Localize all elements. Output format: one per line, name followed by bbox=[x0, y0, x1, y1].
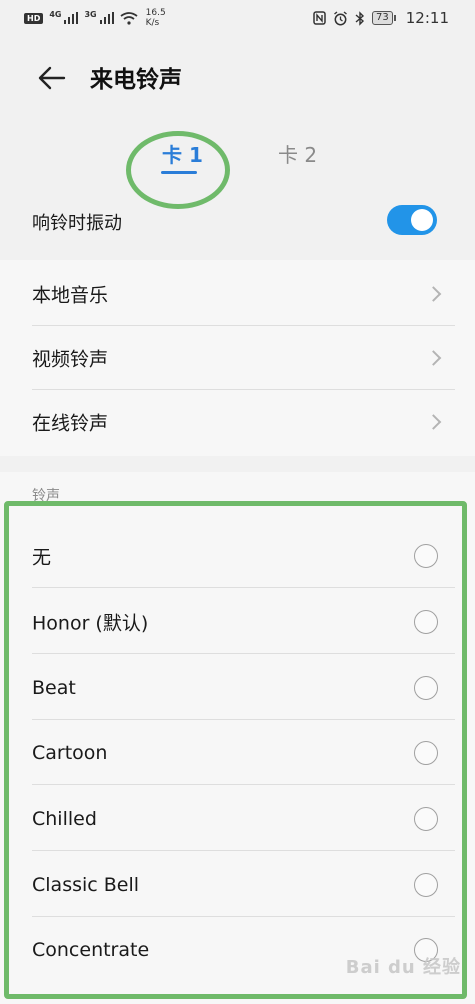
network-speed: 16.5 K/s bbox=[146, 8, 166, 28]
source-row-online-ringtone[interactable]: 在线铃声 bbox=[0, 390, 475, 454]
speed-unit: K/s bbox=[145, 18, 160, 28]
source-label: 在线铃声 bbox=[32, 412, 109, 435]
clock: 12:11 bbox=[405, 9, 449, 27]
vibrate-toggle[interactable] bbox=[387, 205, 437, 235]
hd-badge: HD bbox=[24, 12, 44, 24]
signal-icon bbox=[64, 12, 79, 24]
annotation-rectangle bbox=[4, 501, 467, 999]
speed-value: 16.5 bbox=[145, 8, 166, 18]
chevron-right-icon bbox=[425, 414, 442, 430]
status-right: 73 12:11 bbox=[313, 9, 449, 27]
ringtone-sources-section: 本地音乐 视频铃声 在线铃声 bbox=[0, 260, 475, 456]
network-type-2: 3G bbox=[84, 9, 97, 19]
signal-icon-2 bbox=[99, 12, 114, 24]
tab-sim-2[interactable]: 卡 2 bbox=[278, 139, 317, 168]
source-row-local-music[interactable]: 本地音乐 bbox=[0, 262, 475, 326]
annotation-circle bbox=[126, 131, 230, 209]
network-type-1: 4G bbox=[49, 9, 62, 19]
source-row-video-ringtone[interactable]: 视频铃声 bbox=[0, 326, 475, 390]
watermark: Bai du 经验 bbox=[345, 957, 461, 978]
back-arrow-icon[interactable] bbox=[38, 66, 66, 90]
page-title: 来电铃声 bbox=[90, 67, 182, 93]
battery-indicator: 73 bbox=[372, 11, 396, 25]
bluetooth-icon bbox=[355, 10, 365, 26]
vibrate-label: 响铃时振动 bbox=[32, 213, 122, 234]
nfc-icon bbox=[313, 11, 326, 25]
chevron-right-icon bbox=[425, 350, 442, 366]
wifi-icon bbox=[120, 11, 138, 25]
toggle-knob bbox=[411, 209, 433, 231]
status-left: HD 4G 3G 16.5 K/s bbox=[24, 8, 166, 28]
source-label: 视频铃声 bbox=[32, 348, 109, 371]
source-label: 本地音乐 bbox=[32, 284, 109, 307]
status-bar: HD 4G 3G 16.5 K/s 73 12:11 bbox=[0, 0, 475, 40]
chevron-right-icon bbox=[425, 286, 442, 302]
alarm-icon bbox=[334, 10, 347, 25]
